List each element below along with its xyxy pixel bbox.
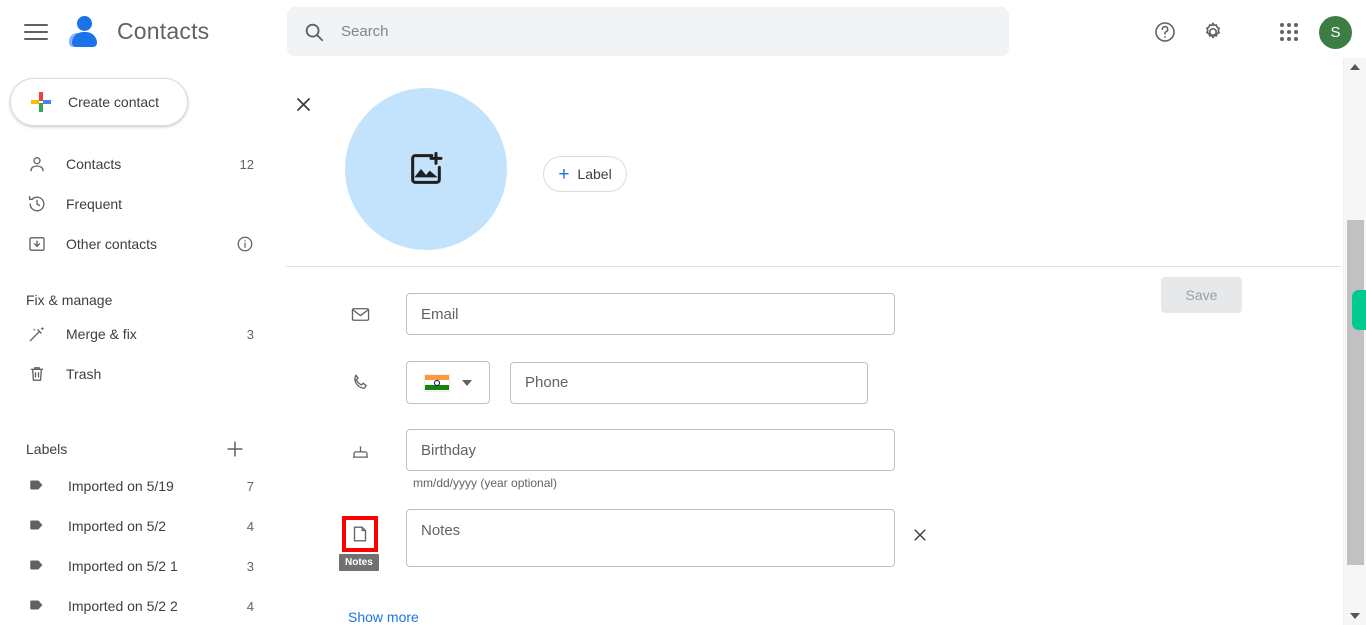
sidebar-item-frequent[interactable]: Frequent	[0, 184, 270, 224]
sidebar: Create contact Contacts 12 Frequent Othe…	[0, 64, 270, 625]
tag-icon	[28, 596, 48, 616]
notes-tooltip: Notes	[339, 554, 379, 571]
info-circle-icon[interactable]	[236, 235, 254, 253]
sidebar-count: 12	[239, 156, 254, 172]
triangle-up-icon[interactable]	[1350, 64, 1360, 70]
tag-icon	[28, 556, 48, 576]
scrollbar-accent-thumb[interactable]	[1352, 290, 1366, 330]
sidebar-label: Other contacts	[66, 236, 158, 252]
tag-icon	[28, 516, 48, 536]
magic-wand-icon	[26, 323, 48, 345]
gear-icon[interactable]	[1193, 12, 1233, 52]
search-bar[interactable]	[287, 7, 1009, 56]
label-count: 4	[246, 598, 254, 614]
brand-logo[interactable]: Contacts	[68, 13, 209, 49]
person-outline-icon	[26, 153, 48, 175]
chevron-down-icon	[462, 379, 472, 386]
plus-icon: +	[558, 163, 570, 185]
label-count: 4	[246, 518, 254, 534]
sidebar-count: 3	[246, 326, 254, 342]
tag-icon	[28, 476, 48, 496]
label-name: Imported on 5/19	[68, 478, 174, 494]
phone-input[interactable]	[510, 361, 868, 404]
app-title: Contacts	[117, 17, 210, 44]
note-page-icon[interactable]: Notes	[339, 516, 379, 571]
list-item[interactable]: Imported on 5/19 7	[0, 466, 270, 506]
archive-box-icon	[26, 233, 48, 255]
top-bar-actions: S	[1145, 0, 1352, 64]
divider	[286, 266, 1341, 267]
person-body	[72, 32, 97, 47]
birthday-format-hint: mm/dd/yyyy (year optional)	[413, 476, 558, 490]
scrollbar-thumb[interactable]	[1347, 220, 1364, 565]
add-label-text: Label	[577, 166, 612, 182]
envelope-icon	[348, 302, 372, 326]
labels-title: Labels	[26, 441, 68, 457]
sidebar-item-other-contacts[interactable]: Other contacts	[0, 224, 270, 264]
person-head	[77, 16, 92, 31]
list-item[interactable]: Imported on 5/2 2 4	[0, 586, 270, 625]
email-input[interactable]	[406, 293, 895, 335]
label-name: Imported on 5/2 1	[68, 558, 178, 574]
label-name: Imported on 5/2	[68, 518, 167, 534]
sidebar-label: Contacts	[66, 156, 122, 172]
sidebar-item-merge-fix[interactable]: Merge & fix 3	[0, 314, 270, 354]
apps-grid-dots	[1280, 23, 1298, 41]
label-name: Imported on 5/2 2	[68, 598, 178, 614]
labels-list: Imported on 5/19 7 Imported on 5/2 4 Imp…	[0, 466, 270, 625]
notes-input[interactable]	[406, 509, 895, 567]
page-scrollbar[interactable]	[1343, 58, 1366, 625]
hamburger-bar	[24, 38, 48, 40]
email-field-row	[348, 293, 895, 335]
contacts-person-icon	[68, 13, 102, 49]
triangle-down-icon[interactable]	[1350, 613, 1360, 619]
save-button[interactable]: Save	[1161, 277, 1242, 313]
search-input[interactable]	[341, 16, 961, 47]
help-circle-icon[interactable]	[1145, 12, 1185, 52]
country-code-selector[interactable]	[406, 361, 490, 404]
sidebar-item-contacts[interactable]: Contacts 12	[0, 144, 270, 184]
list-item[interactable]: Imported on 5/2 4	[0, 506, 270, 546]
contact-photo-placeholder[interactable]	[345, 88, 507, 250]
avatar[interactable]: S	[1319, 15, 1352, 49]
create-contact-button[interactable]: Create contact	[10, 78, 188, 126]
label-count: 3	[246, 558, 254, 574]
trash-icon	[26, 363, 48, 385]
list-item[interactable]: Imported on 5/2 1 3	[0, 546, 270, 586]
india-flag-icon	[424, 373, 450, 392]
phone-field-row	[348, 361, 868, 404]
google-plus-icon	[30, 91, 52, 113]
phone-icon	[348, 371, 372, 395]
sidebar-fix-manage-list: Merge & fix 3 Trash	[0, 314, 270, 394]
top-bar: Contacts Search S	[0, 0, 1366, 64]
hamburger-bar	[24, 24, 48, 26]
create-contact-label: Create contact	[68, 94, 160, 110]
delete-notes-icon[interactable]	[907, 522, 933, 548]
search-icon	[305, 23, 324, 41]
plus-icon[interactable]	[224, 438, 246, 460]
sidebar-label: Merge & fix	[66, 326, 137, 342]
hamburger-bar	[24, 31, 48, 33]
sidebar-nav-list: Contacts 12 Frequent Other contacts	[0, 144, 270, 264]
apps-grid-icon[interactable]	[1269, 12, 1309, 52]
cake-icon	[348, 438, 372, 462]
birthday-field-row	[348, 429, 895, 471]
close-icon[interactable]	[288, 89, 318, 119]
hamburger-menu-icon[interactable]	[21, 17, 51, 47]
show-more-link[interactable]: Show more	[348, 609, 419, 625]
contact-edit-panel: + Label Save Email Phone Birthday mm/dd/…	[270, 64, 1343, 625]
sidebar-label: Frequent	[66, 196, 123, 212]
labels-header: Labels	[0, 432, 270, 466]
add-label-button[interactable]: + Label	[543, 156, 627, 192]
label-count: 7	[246, 478, 254, 494]
sidebar-section-fix-manage: Fix & manage	[26, 292, 113, 308]
contacts-app-window: Contacts Search S Create contact Contact…	[0, 0, 1366, 625]
notes-field-row: Notes	[339, 509, 933, 571]
sidebar-label: Trash	[66, 366, 102, 382]
sidebar-item-trash[interactable]: Trash	[0, 354, 270, 394]
history-clock-icon	[26, 193, 48, 215]
birthday-input[interactable]	[406, 429, 895, 471]
